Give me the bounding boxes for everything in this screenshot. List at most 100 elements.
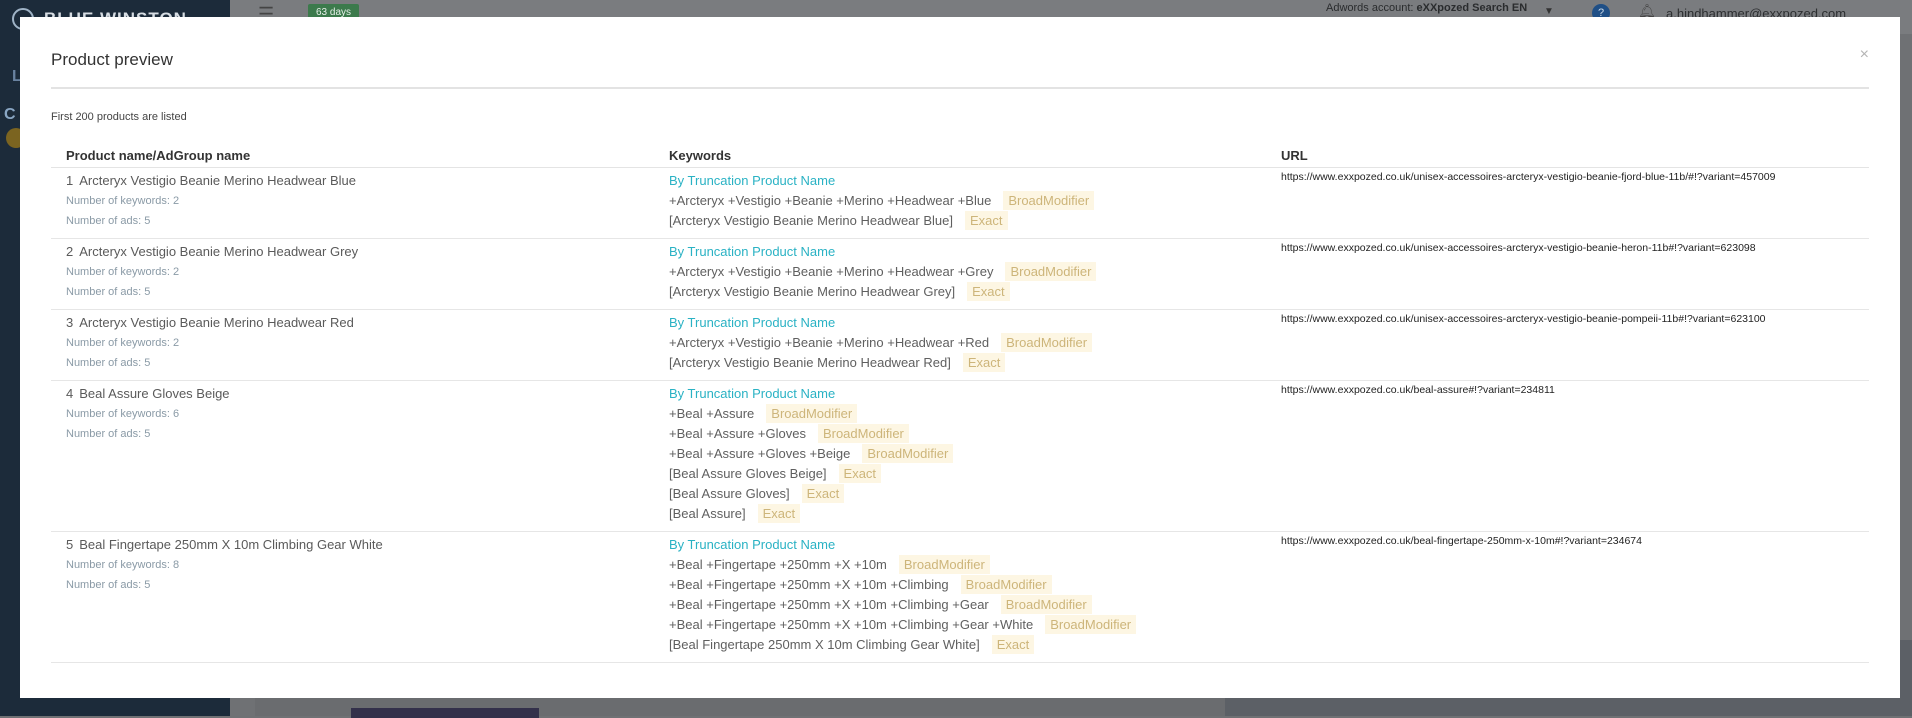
keyword-text: [Beal Fingertape 250mm X 10m Climbing Ge… bbox=[669, 637, 980, 652]
product-name: 5 Beal Fingertape 250mm X 10m Climbing Ge… bbox=[66, 535, 383, 555]
keywords-count: Number of keywords: 6 bbox=[66, 408, 180, 420]
keyword-item: +Beal +Assure +Gloves +Beige BroadModifie… bbox=[669, 444, 954, 464]
keyword-group-label: By Truncation Product Name bbox=[669, 244, 836, 259]
keyword-text: [Arcteryx Vestigio Beanie Merino Headwea… bbox=[669, 355, 951, 370]
keyword-item: [Arcteryx Vestigio Beanie Merino Headwea… bbox=[669, 282, 1096, 302]
product-name: 2 Arcteryx Vestigio Beanie Merino Headwea… bbox=[66, 242, 358, 262]
column-header-url: URL bbox=[1281, 148, 1308, 163]
table-row: 4 Beal Assure Gloves Beige Number of keywo… bbox=[51, 381, 1869, 532]
keyword-item: +Arcteryx +Vestigio +Beanie +Merino +Hea… bbox=[669, 262, 1097, 282]
product-name-text: Beal Fingertape 250mm X 10m Climbing Gea… bbox=[79, 537, 383, 552]
match-type-badge: Exact bbox=[838, 464, 882, 483]
keyword-item: +Beal +Fingertape +250mm +X +10m BroadMod… bbox=[669, 555, 1136, 575]
table-row: 2 Arcteryx Vestigio Beanie Merino Headwea… bbox=[51, 239, 1869, 310]
match-type-badge: BroadModifier bbox=[960, 575, 1052, 594]
product-cell: 1 Arcteryx Vestigio Beanie Merino Headwea… bbox=[66, 171, 356, 231]
keyword-text: +Arcteryx +Vestigio +Beanie +Merino +Hea… bbox=[669, 193, 992, 208]
keyword-group-label: By Truncation Product Name bbox=[669, 173, 836, 188]
match-type-badge: BroadModifier bbox=[1000, 595, 1092, 614]
product-name: 3 Arcteryx Vestigio Beanie Merino Headwea… bbox=[66, 313, 354, 333]
keyword-text: +Beal +Assure +Gloves bbox=[669, 426, 806, 441]
match-type-badge: Exact bbox=[757, 504, 801, 523]
keywords-cell: By Truncation Product Name +Arcteryx +Ves… bbox=[669, 171, 1095, 231]
ads-count: Number of ads: 5 bbox=[66, 357, 151, 369]
keyword-text: +Beal +Fingertape +250mm +X +10m +Climbi… bbox=[669, 597, 989, 612]
match-type-badge: Exact bbox=[801, 484, 845, 503]
keyword-text: +Beal +Assure +Gloves +Beige bbox=[669, 446, 851, 461]
product-number: 3 bbox=[66, 315, 74, 330]
adwords-account-selector[interactable]: Adwords account: eXXpozed Search EN bbox=[1326, 2, 1527, 14]
keyword-item: +Beal +Fingertape +250mm +X +10m +Climbi… bbox=[669, 575, 1136, 595]
ads-count: Number of ads: 5 bbox=[66, 215, 151, 227]
keyword-text: +Beal +Fingertape +250mm +X +10m bbox=[669, 557, 887, 572]
adwords-account-name: eXXpozed Search EN bbox=[1416, 2, 1528, 14]
match-type-badge: BroadModifier bbox=[1005, 262, 1097, 281]
table-row: 5 Beal Fingertape 250mm X 10m Climbing Ge… bbox=[51, 532, 1869, 663]
product-name-text: Arcteryx Vestigio Beanie Merino Headwear… bbox=[79, 173, 356, 188]
keyword-item: +Beal +Fingertape +250mm +X +10m +Climbi… bbox=[669, 595, 1136, 615]
background-button bbox=[351, 708, 539, 718]
match-type-badge: BroadModifier bbox=[862, 444, 954, 463]
match-type-badge: BroadModifier bbox=[766, 404, 858, 423]
product-name-text: Arcteryx Vestigio Beanie Merino Headwear… bbox=[79, 315, 354, 330]
keywords-count: Number of keywords: 8 bbox=[66, 559, 180, 571]
keywords-cell: By Truncation Product Name +Beal +Assure B… bbox=[669, 384, 954, 524]
ads-count: Number of ads: 5 bbox=[66, 579, 151, 591]
chevron-down-icon[interactable]: ▼ bbox=[1544, 6, 1554, 17]
keywords-count: Number of keywords: 2 bbox=[66, 266, 180, 278]
match-type-badge: BroadModifier bbox=[1003, 191, 1095, 210]
match-type-badge: BroadModifier bbox=[898, 555, 990, 574]
modal-header: Product preview × bbox=[51, 17, 1869, 89]
keyword-item: [Beal Assure Gloves] Exact bbox=[669, 484, 953, 504]
product-url[interactable]: https://www.exxpozed.co.uk/unisex-access… bbox=[1281, 242, 1756, 254]
keywords-count: Number of keywords: 2 bbox=[66, 337, 180, 349]
keyword-item: +Beal +Fingertape +250mm +X +10m +Climbi… bbox=[669, 615, 1137, 635]
keyword-item: [Arcteryx Vestigio Beanie Merino Headwea… bbox=[669, 353, 1092, 373]
match-type-badge: Exact bbox=[991, 635, 1035, 654]
product-name-text: Beal Assure Gloves Beige bbox=[79, 386, 230, 401]
keyword-item: +Arcteryx +Vestigio +Beanie +Merino +Hea… bbox=[669, 333, 1093, 353]
keyword-item: [Beal Assure] Exact bbox=[669, 504, 953, 524]
match-type-badge: Exact bbox=[962, 353, 1006, 372]
adwords-account-label: Adwords account: bbox=[1326, 2, 1414, 14]
products-table[interactable]: Product name/AdGroup name Keywords URL 1… bbox=[51, 143, 1869, 665]
product-url[interactable]: https://www.exxpozed.co.uk/unisex-access… bbox=[1281, 313, 1766, 325]
product-preview-modal: Product preview × First 200 products are… bbox=[20, 17, 1900, 698]
keyword-group-label: By Truncation Product Name bbox=[669, 315, 836, 330]
table-header: Product name/AdGroup name Keywords URL bbox=[51, 143, 1869, 168]
ads-count: Number of ads: 5 bbox=[66, 428, 151, 440]
keywords-count: Number of keywords: 2 bbox=[66, 195, 180, 207]
keyword-text: +Beal +Fingertape +250mm +X +10m +Climbi… bbox=[669, 577, 949, 592]
keyword-text: [Beal Assure] bbox=[669, 506, 746, 521]
product-name-text: Arcteryx Vestigio Beanie Merino Headwear… bbox=[79, 244, 359, 259]
product-name: 1 Arcteryx Vestigio Beanie Merino Headwea… bbox=[66, 171, 356, 191]
keyword-item: [Beal Fingertape 250mm X 10m Climbing Ge… bbox=[669, 635, 1136, 655]
product-url[interactable]: https://www.exxpozed.co.uk/beal-assure#!… bbox=[1281, 384, 1555, 396]
product-url[interactable]: https://www.exxpozed.co.uk/unisex-access… bbox=[1281, 171, 1775, 183]
keyword-item: [Arcteryx Vestigio Beanie Merino Headwea… bbox=[669, 211, 1094, 231]
product-url[interactable]: https://www.exxpozed.co.uk/beal-fingerta… bbox=[1281, 535, 1642, 547]
match-type-badge: Exact bbox=[967, 282, 1010, 301]
keyword-text: [Beal Assure Gloves Beige] bbox=[669, 466, 827, 481]
keyword-text: +Beal +Fingertape +250mm +X +10m +Climbi… bbox=[669, 617, 1034, 632]
sidebar-letter: C bbox=[4, 106, 16, 123]
table-row: 3 Arcteryx Vestigio Beanie Merino Headwea… bbox=[51, 310, 1869, 381]
ads-count: Number of ads: 5 bbox=[66, 286, 151, 298]
keywords-cell: By Truncation Product Name +Beal +Fingert… bbox=[669, 535, 1137, 655]
keyword-text: +Beal +Assure bbox=[669, 406, 755, 421]
keyword-text: +Arcteryx +Vestigio +Beanie +Merino +Hea… bbox=[669, 264, 994, 279]
keyword-item: [Beal Assure Gloves Beige] Exact bbox=[669, 464, 953, 484]
keyword-item: +Arcteryx +Vestigio +Beanie +Merino +Hea… bbox=[669, 191, 1095, 211]
match-type-badge: Exact bbox=[964, 211, 1008, 230]
product-cell: 5 Beal Fingertape 250mm X 10m Climbing Ge… bbox=[66, 535, 383, 595]
keywords-cell: By Truncation Product Name +Arcteryx +Ves… bbox=[669, 242, 1097, 302]
match-type-badge: BroadModifier bbox=[817, 424, 909, 443]
keyword-group-label: By Truncation Product Name bbox=[669, 386, 836, 401]
product-number: 2 bbox=[66, 244, 74, 259]
keyword-item: +Beal +Assure +Gloves BroadModifier bbox=[669, 424, 953, 444]
match-type-badge: BroadModifier bbox=[1001, 333, 1093, 352]
close-icon[interactable]: × bbox=[1860, 46, 1869, 64]
keyword-text: [Beal Assure Gloves] bbox=[669, 486, 790, 501]
product-cell: 4 Beal Assure Gloves Beige Number of keywo… bbox=[66, 384, 230, 444]
table-body: 1 Arcteryx Vestigio Beanie Merino Headwea… bbox=[51, 168, 1869, 663]
